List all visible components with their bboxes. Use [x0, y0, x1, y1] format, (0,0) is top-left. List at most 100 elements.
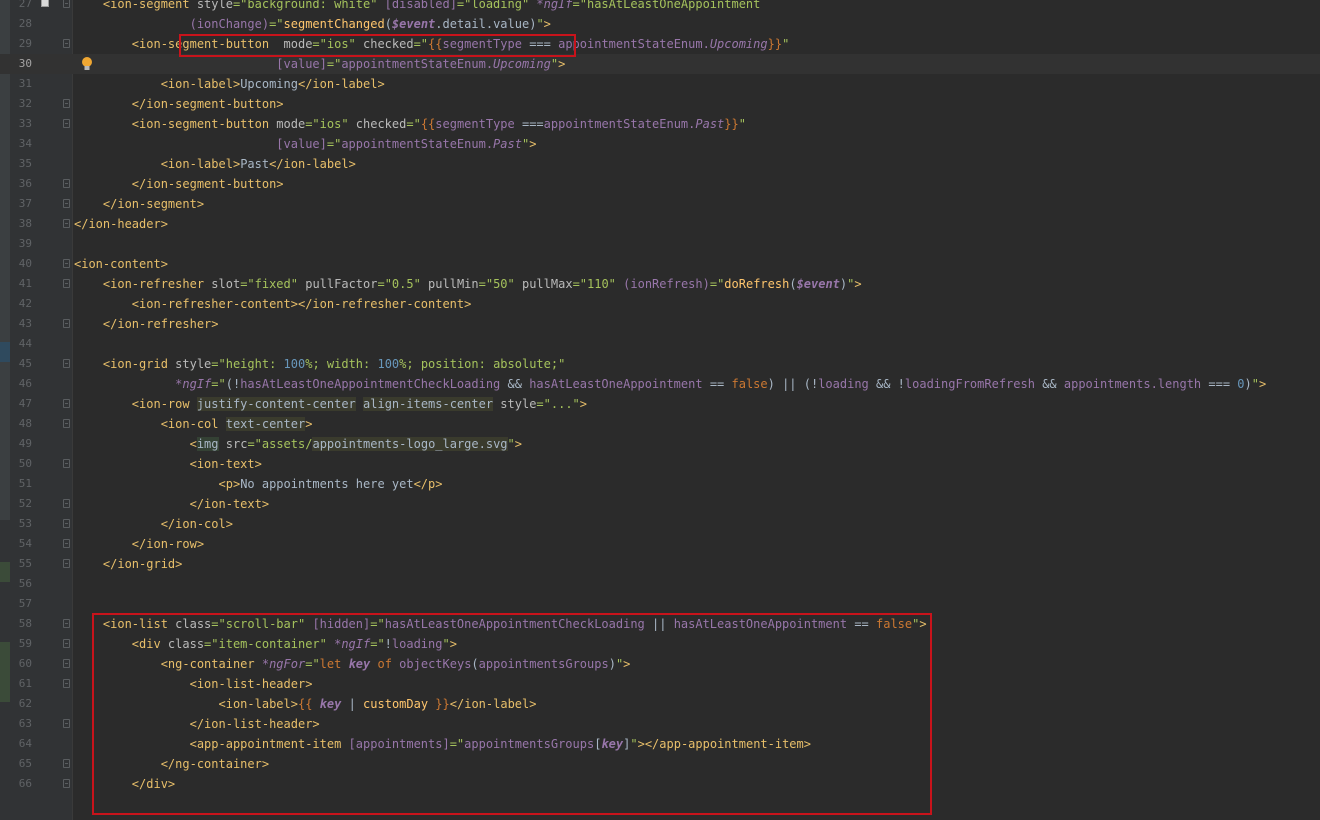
code-text[interactable]: <ion-text> [74, 454, 262, 474]
line-number[interactable]: 60 [10, 654, 32, 674]
code-text[interactable]: <ion-label>{{ key | customDay }}</ion-la… [74, 694, 537, 714]
line-number[interactable]: 56 [10, 574, 32, 594]
fold-marker-icon[interactable] [63, 499, 70, 508]
fold-marker-icon[interactable] [63, 659, 70, 668]
code-text[interactable]: </ion-refresher> [74, 314, 219, 334]
code-line[interactable]: 43 </ion-refresher> [0, 314, 1320, 334]
fold-marker-icon[interactable] [63, 619, 70, 628]
fold-marker-icon[interactable] [63, 0, 70, 8]
code-line[interactable]: 47 <ion-row justify-content-center align… [0, 394, 1320, 414]
code-text[interactable]: <ion-refresher slot="fixed" pullFactor="… [74, 274, 862, 294]
code-text[interactable]: <ion-segment-button mode="ios" checked="… [74, 34, 790, 54]
code-line[interactable]: 39 [0, 234, 1320, 254]
code-text[interactable]: <ion-segment-button mode="ios" checked="… [74, 114, 746, 134]
fold-marker-icon[interactable] [63, 39, 70, 48]
fold-marker-icon[interactable] [63, 359, 70, 368]
code-line[interactable]: 40 <ion-content> [0, 254, 1320, 274]
code-text[interactable]: <p>No appointments here yet</p> [74, 474, 443, 494]
code-line[interactable]: 34 [value]="appointmentStateEnum.Past"> [0, 134, 1320, 154]
code-line[interactable]: 52 </ion-text> [0, 494, 1320, 514]
fold-marker-icon[interactable] [63, 119, 70, 128]
line-number[interactable]: 31 [10, 74, 32, 94]
fold-marker-icon[interactable] [63, 199, 70, 208]
line-number[interactable]: 32 [10, 94, 32, 114]
code-line[interactable]: 33 <ion-segment-button mode="ios" checke… [0, 114, 1320, 134]
code-line[interactable]: 55 </ion-grid> [0, 554, 1320, 574]
fold-marker-icon[interactable] [63, 179, 70, 188]
code-line[interactable]: 37 </ion-segment> [0, 194, 1320, 214]
code-line[interactable]: 30 [value]="appointmentStateEnum.Upcomin… [0, 54, 1320, 74]
code-line[interactable]: 48 <ion-col text-center> [0, 414, 1320, 434]
code-text[interactable]: <ion-segment style="background: white" [… [74, 0, 760, 14]
code-line[interactable]: 49 <img src="assets/appointments-logo_la… [0, 434, 1320, 454]
fold-marker-icon[interactable] [63, 559, 70, 568]
code-line[interactable]: 54 </ion-row> [0, 534, 1320, 554]
fold-marker-icon[interactable] [63, 539, 70, 548]
code-text[interactable]: <ion-list-header> [74, 674, 313, 694]
code-text[interactable]: </ion-text> [74, 494, 269, 514]
line-number[interactable]: 59 [10, 634, 32, 654]
code-line[interactable]: 41 <ion-refresher slot="fixed" pullFacto… [0, 274, 1320, 294]
fold-marker-icon[interactable] [63, 219, 70, 228]
fold-marker-icon[interactable] [63, 279, 70, 288]
code-line[interactable]: 44 [0, 334, 1320, 354]
line-number[interactable]: 46 [10, 374, 32, 394]
code-text[interactable]: </ion-col> [74, 514, 233, 534]
line-number[interactable]: 53 [10, 514, 32, 534]
code-line[interactable]: 62 <ion-label>{{ key | customDay }}</ion… [0, 694, 1320, 714]
code-text[interactable]: </ion-list-header> [74, 714, 320, 734]
code-text[interactable]: <ng-container *ngFor="let key of objectK… [74, 654, 631, 674]
code-line[interactable]: 50 <ion-text> [0, 454, 1320, 474]
code-text[interactable]: </ion-grid> [74, 554, 182, 574]
code-text[interactable]: <app-appointment-item [appointments]="ap… [74, 734, 811, 754]
fold-marker-icon[interactable] [63, 319, 70, 328]
fold-marker-icon[interactable] [63, 419, 70, 428]
line-number[interactable]: 28 [10, 14, 32, 34]
fold-marker-icon[interactable] [63, 259, 70, 268]
code-line[interactable]: 27 <ion-segment style="background: white… [0, 0, 1320, 14]
code-text[interactable]: <div class="item-container" *ngIf="!load… [74, 634, 457, 654]
code-text[interactable]: </ion-header> [74, 214, 168, 234]
code-text[interactable]: </ion-segment-button> [74, 94, 284, 114]
fold-marker-icon[interactable] [63, 759, 70, 768]
line-number[interactable]: 63 [10, 714, 32, 734]
code-text[interactable]: <ion-label>Past</ion-label> [74, 154, 356, 174]
code-line[interactable]: 57 [0, 594, 1320, 614]
line-number[interactable]: 37 [10, 194, 32, 214]
code-text[interactable]: <ion-content> [74, 254, 168, 274]
line-number[interactable]: 33 [10, 114, 32, 134]
code-text[interactable]: [value]="appointmentStateEnum.Upcoming"> [74, 54, 565, 74]
line-number[interactable]: 54 [10, 534, 32, 554]
code-line[interactable]: 58 <ion-list class="scroll-bar" [hidden]… [0, 614, 1320, 634]
fold-marker-icon[interactable] [63, 519, 70, 528]
code-line[interactable]: 66 </div> [0, 774, 1320, 794]
fold-marker-icon[interactable] [63, 99, 70, 108]
code-text[interactable]: </ion-row> [74, 534, 204, 554]
line-number[interactable]: 43 [10, 314, 32, 334]
bookmark-icon[interactable] [41, 0, 49, 7]
code-line[interactable]: 51 <p>No appointments here yet</p> [0, 474, 1320, 494]
line-number[interactable]: 52 [10, 494, 32, 514]
line-number[interactable]: 47 [10, 394, 32, 414]
line-number[interactable]: 42 [10, 294, 32, 314]
line-number[interactable]: 58 [10, 614, 32, 634]
line-number[interactable]: 65 [10, 754, 32, 774]
code-text[interactable]: *ngIf="(!hasAtLeastOneAppointmentCheckLo… [74, 374, 1266, 394]
line-number[interactable]: 62 [10, 694, 32, 714]
line-number[interactable]: 44 [10, 334, 32, 354]
code-line[interactable]: 53 </ion-col> [0, 514, 1320, 534]
code-text[interactable]: </ng-container> [74, 754, 269, 774]
code-text[interactable]: </ion-segment> [74, 194, 204, 214]
code-line[interactable]: 56 [0, 574, 1320, 594]
code-text[interactable]: <ion-refresher-content></ion-refresher-c… [74, 294, 472, 314]
line-number[interactable]: 51 [10, 474, 32, 494]
code-line[interactable]: 65 </ng-container> [0, 754, 1320, 774]
code-text[interactable]: <ion-col text-center> [74, 414, 312, 434]
line-number[interactable]: 35 [10, 154, 32, 174]
line-number[interactable]: 48 [10, 414, 32, 434]
code-line[interactable]: 63 </ion-list-header> [0, 714, 1320, 734]
code-text[interactable]: [value]="appointmentStateEnum.Past"> [74, 134, 536, 154]
line-number[interactable]: 61 [10, 674, 32, 694]
code-line[interactable]: 38 </ion-header> [0, 214, 1320, 234]
code-text[interactable]: <ion-row justify-content-center align-it… [74, 394, 587, 414]
